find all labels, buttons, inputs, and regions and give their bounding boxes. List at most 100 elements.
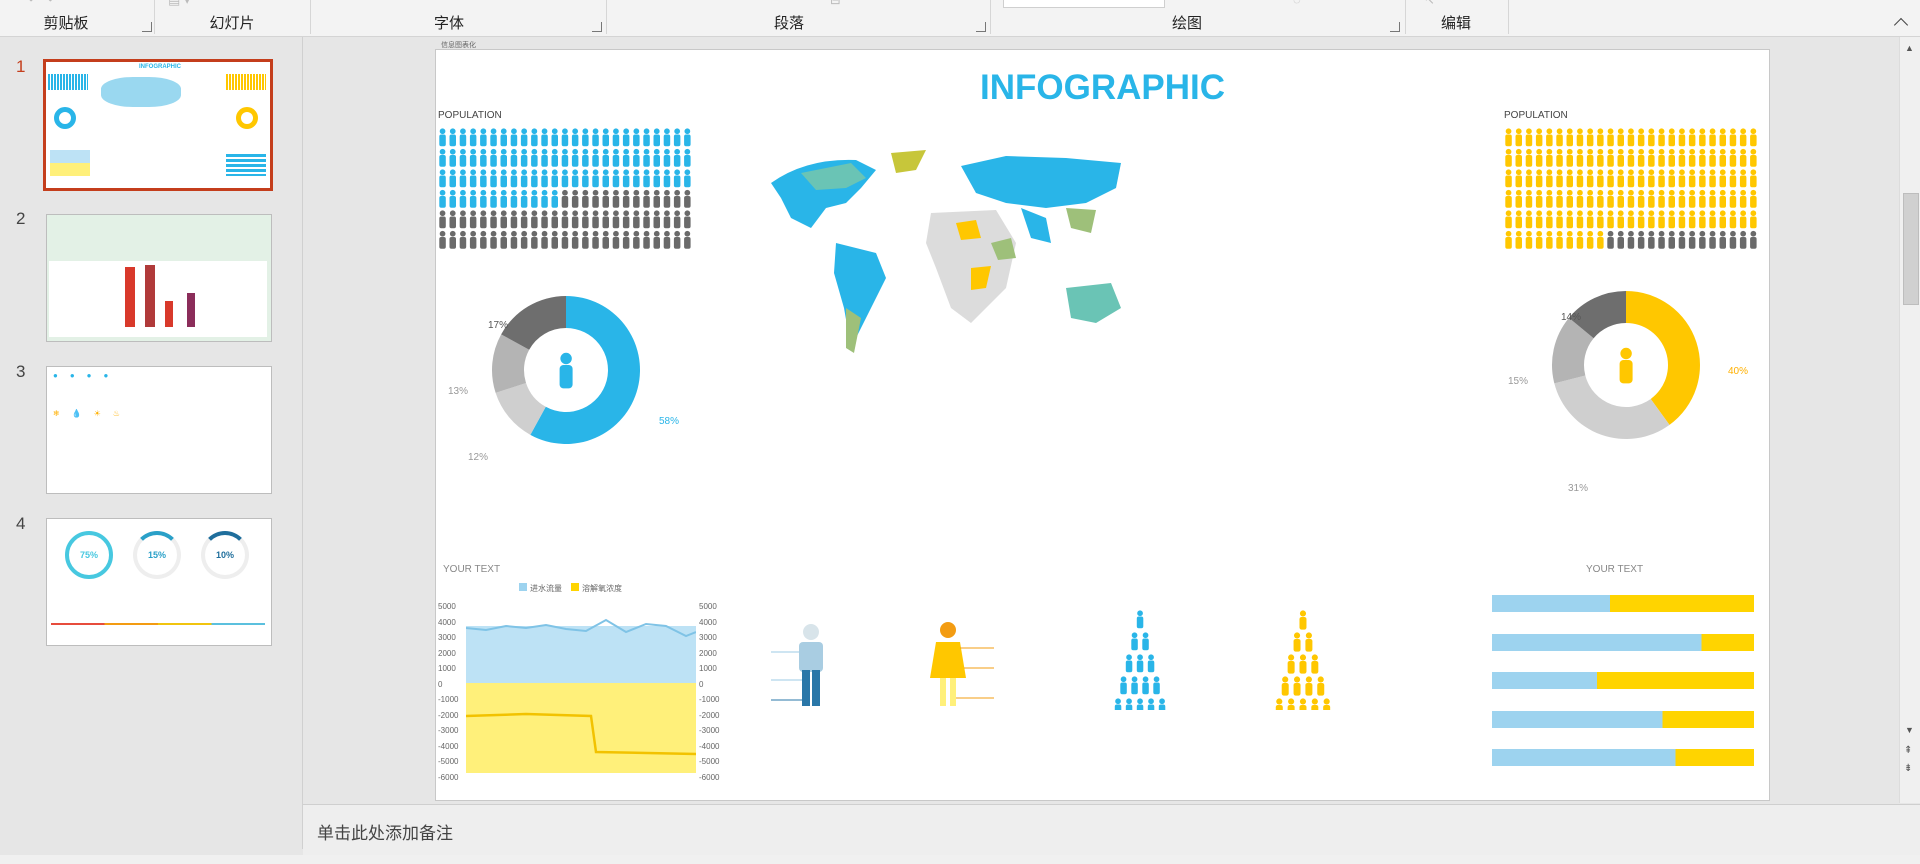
person-icon — [551, 196, 558, 208]
person-icon — [439, 210, 446, 217]
person-icon — [520, 237, 528, 249]
next-slide-icon[interactable]: ⇟ — [1904, 763, 1912, 774]
person-icon — [1137, 610, 1143, 617]
slide-thumbnail-1[interactable]: INFOGRAPHIC — [43, 59, 273, 191]
person-icon — [449, 169, 456, 176]
person-icon — [674, 230, 681, 237]
person-icon — [633, 189, 640, 196]
person-icon — [1576, 134, 1584, 147]
person-icon — [459, 134, 467, 147]
person-icon — [561, 155, 569, 167]
person-icon — [1546, 169, 1553, 176]
person-icon — [490, 134, 497, 147]
shape-effects-button[interactable]: ◌ — [1293, 0, 1301, 7]
person-icon — [1638, 210, 1645, 217]
paragraph-launcher-icon[interactable]: . — [976, 22, 986, 32]
person-icon — [1536, 148, 1543, 155]
person-icon — [1739, 196, 1747, 208]
person-icon — [1305, 632, 1312, 639]
notes-pane[interactable]: 单击此处添加备注 — [303, 804, 1920, 855]
person-icon — [592, 134, 599, 147]
person-icon — [1546, 175, 1553, 188]
shape-gallery[interactable] — [1003, 0, 1165, 8]
person-icon — [633, 230, 640, 237]
person-icon — [1729, 216, 1737, 229]
person-icon — [531, 189, 538, 196]
slide-thumbnail-2[interactable] — [46, 214, 272, 342]
person-icon — [520, 196, 528, 208]
person-icon — [1546, 189, 1553, 196]
person-icon — [592, 189, 599, 196]
person-icon — [1131, 676, 1138, 683]
person-icon — [1709, 155, 1716, 167]
collapse-ribbon-icon[interactable] — [1893, 17, 1909, 33]
person-icon — [449, 189, 456, 196]
person-icon — [1526, 210, 1532, 217]
notes-placeholder[interactable]: 单击此处添加备注 — [317, 819, 453, 844]
smartart-button[interactable]: ⊟ — [830, 0, 841, 8]
person-icon — [1525, 155, 1533, 167]
person-icon — [500, 189, 507, 196]
person-icon — [490, 216, 497, 229]
undo-icon[interactable]: ↶ ↷ — [28, 0, 53, 8]
donut-right-label-2: 15% — [1508, 376, 1529, 387]
slide-thumbnail-4[interactable]: 75% 15% 10% — [46, 518, 272, 646]
person-icon — [664, 148, 670, 155]
new-slide-button[interactable]: ▤ ▾ — [168, 0, 190, 8]
person-icon — [582, 155, 589, 167]
person-icon — [511, 210, 517, 217]
male-figure-icon — [771, 624, 823, 706]
person-icon — [520, 134, 528, 147]
person-icon — [1142, 676, 1149, 683]
person-icon — [1556, 128, 1563, 135]
person-icon — [1709, 237, 1716, 249]
donut-segment — [1626, 291, 1700, 425]
person-icon — [643, 128, 650, 135]
select-button[interactable]: ↖ — [1424, 0, 1435, 8]
scroll-down-icon[interactable]: ▼ — [1905, 725, 1914, 735]
font-launcher-icon[interactable]: . — [592, 22, 602, 32]
slide-canvas[interactable]: 信息图表化 INFOGRAPHIC POPULATION POPULATION … — [435, 42, 1770, 801]
scroll-thumb[interactable] — [1903, 193, 1919, 305]
person-icon — [1153, 682, 1160, 695]
person-icon — [1607, 216, 1614, 229]
person-icon — [1668, 189, 1675, 196]
person-icon — [541, 128, 548, 135]
person-icon — [582, 230, 589, 237]
person-icon — [1638, 189, 1645, 196]
person-icon — [571, 155, 579, 167]
person-icon — [1648, 148, 1655, 155]
person-icon — [500, 128, 507, 135]
person-icon — [1617, 155, 1624, 167]
person-icon — [1535, 155, 1543, 167]
person-icon — [470, 210, 477, 217]
person-icon — [684, 196, 691, 208]
person-icon — [623, 128, 630, 135]
person-icon — [1288, 654, 1295, 661]
person-icon — [1311, 698, 1318, 705]
person-icon — [1637, 175, 1645, 188]
person-icon — [1699, 189, 1706, 196]
person-icon — [1637, 155, 1645, 167]
person-icon — [1120, 676, 1127, 683]
person-icon — [562, 128, 568, 135]
person-icon — [1556, 134, 1563, 147]
person-icon — [1668, 134, 1675, 147]
slide-thumbnail-3[interactable]: ●●●● ❄💧☀♨ — [46, 366, 272, 494]
drawing-launcher-icon[interactable]: . — [1390, 22, 1400, 32]
group-editing: 编辑 — [1440, 15, 1472, 32]
scroll-up-icon[interactable]: ▲ — [1905, 43, 1914, 53]
person-icon — [551, 148, 558, 155]
person-icon — [572, 210, 579, 217]
vertical-scrollbar[interactable]: ▲ ▼ ⇞ ⇟ — [1899, 37, 1920, 803]
person-icon — [1658, 210, 1665, 217]
person-icon — [511, 230, 517, 237]
axis-tick-label: -5000 — [699, 757, 720, 766]
person-icon — [439, 216, 446, 229]
person-icon — [1515, 148, 1522, 155]
person-icon — [1628, 169, 1634, 176]
clipboard-launcher-icon[interactable]: . — [142, 22, 152, 32]
legend-item-1: 进水流量 — [519, 583, 562, 594]
comparison-bar — [1492, 633, 1754, 651]
previous-slide-icon[interactable]: ⇞ — [1904, 745, 1912, 756]
